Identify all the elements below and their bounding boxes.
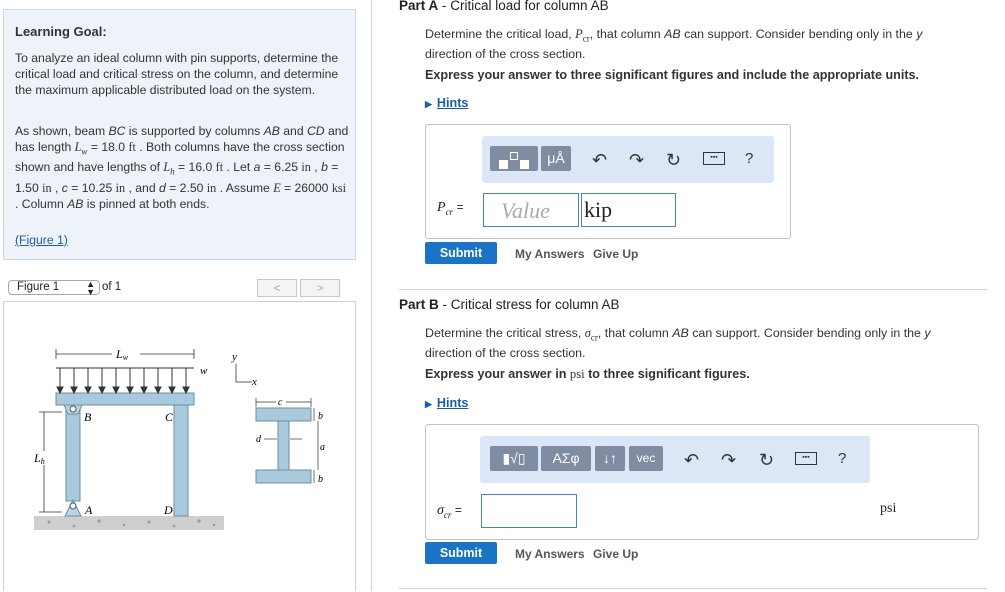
part-a-subtitle: - Critical load for column AB [438,0,609,13]
section-divider-bottom [399,588,987,589]
part-a-label: Part A [399,0,439,13]
part-a-hints[interactable]: ▶ Hints [425,96,468,110]
dim-d-label: d [256,434,262,445]
cross-section [255,407,312,484]
point-a-label: A [84,503,93,517]
figure-link-row: (Figure 1) [15,232,351,248]
point-d-label: D [163,503,173,517]
problem-statement: As shown, beam BC is supported by column… [15,124,349,211]
part-b-value-input[interactable] [481,494,577,528]
point-b-label: B [84,410,92,424]
dim-b-top-label: b [318,411,323,422]
part-a-question: Determine the critical load, Pcr, that c… [425,27,923,62]
expand-arrow-icon: ▶ [425,99,432,109]
panel-divider [371,0,372,591]
part-a-value-input[interactable]: Value [483,193,579,227]
axis-y-label: y [231,351,237,363]
part-b-hints-label: Hints [436,396,469,410]
part-a-var: P [437,200,446,215]
figure-select-value: Figure 1 [17,281,60,293]
units-value: kip [584,197,613,222]
vector-button[interactable]: vec [629,446,663,471]
value-placeholder: Value [501,198,550,223]
undo-icon[interactable]: ↶ [592,150,607,170]
part-a-title: Part A - Critical load for column AB [399,0,609,13]
part-a-toolbar: μÅ ↶ ↷ ↻ ▪▪▪ ? [482,136,774,183]
greek-button[interactable]: ΑΣφ [541,446,591,471]
reset-icon[interactable]: ↻ [759,450,774,470]
dim-a-label: a [320,442,325,453]
subscript-button[interactable]: ↓↑ [595,446,625,471]
point-c-label: C [165,410,174,424]
templates-icon [499,152,529,176]
figure-count: of 1 [102,281,122,293]
part-b-my-answers[interactable]: My Answers [515,547,585,561]
part-b-hints[interactable]: ▶ Hints [425,396,468,410]
ground [34,516,224,530]
part-a-equals: = [456,200,464,214]
part-b-submit-button[interactable]: Submit [425,542,497,564]
part-b-subtitle: - Critical stress for column AB [438,297,620,312]
templates-button[interactable] [490,146,538,171]
part-b-toolbar: ▮√▯ ΑΣφ ↓↑ vec ↶ ↷ ↻ ▪▪▪ ? [480,436,870,483]
sqrt-template-icon: ▮√▯ [502,450,526,466]
part-a-my-answers[interactable]: My Answers [515,247,585,261]
part-a-answer-box: μÅ ↶ ↷ ↻ ▪▪▪ ? Pcr = Value kip [425,124,791,239]
part-b-unit-label: psi [880,501,897,516]
part-b-instruction: Express your answer in psi to three sign… [425,367,750,382]
previous-figure-button[interactable]: < [257,279,297,297]
part-b-instruction-post: to three significant figures. [584,367,750,381]
redo-icon[interactable]: ↷ [629,150,644,170]
part-a-submit-button[interactable]: Submit [425,242,497,264]
keyboard-icon[interactable]: ▪▪▪ [703,152,725,165]
part-b-var-sub: cr [443,509,452,520]
help-button[interactable]: ? [838,449,846,469]
expand-arrow-icon: ▶ [425,399,432,409]
w-label: w [200,365,208,377]
part-b-var: σ [437,503,444,518]
part-a-variable-label: Pcr = [437,200,464,217]
figure-link[interactable]: (Figure 1) [15,233,68,247]
column-cd [173,404,189,517]
reset-icon[interactable]: ↻ [666,150,681,170]
figure-panel: Lw w B C A D Lh y x c d a b b [3,301,356,591]
keyboard-icon[interactable]: ▪▪▪ [795,452,817,465]
part-b-label: Part B [399,297,439,312]
help-button[interactable]: ? [745,149,753,169]
undo-icon[interactable]: ↶ [684,450,699,470]
part-b-instruction-unit: psi [569,367,585,381]
beam-bc [55,392,195,406]
part-a-units-input[interactable]: kip [581,193,676,227]
figure-navigation-bar: Figure 1 ▲ ▼ of 1 < > [3,279,356,301]
column-ab [65,404,81,502]
figure-select[interactable]: Figure 1 ▲ ▼ [8,279,100,297]
part-b-variable-label: σcr = [437,503,462,520]
dim-c-label: c [278,397,283,408]
select-arrows-icon: ▲ ▼ [86,279,95,297]
part-b-answer-box: ▮√▯ ΑΣφ ↓↑ vec ↶ ↷ ↻ ▪▪▪ ? σcr = psi [425,424,979,540]
learning-goal-title: Learning Goal: [15,24,107,39]
dim-b-bottom-label: b [318,474,323,485]
part-a-var-sub: cr [445,206,454,217]
learning-goal-text: To analyze an ideal column with pin supp… [15,51,339,97]
units-button[interactable]: μÅ [541,146,571,171]
part-a-instruction: Express your answer to three significant… [425,68,920,82]
part-a-hints-label: Hints [436,96,469,110]
templates-button[interactable]: ▮√▯ [490,446,538,471]
part-b-equals: = [454,503,462,517]
distributed-load-arrows [56,368,190,395]
section-divider [399,289,987,290]
axis-x-label: x [251,376,257,388]
learning-goal-panel: Learning Goal: To analyze an ideal colum… [3,9,356,260]
next-figure-button[interactable]: > [300,279,340,297]
part-b-instruction-pre: Express your answer in [425,367,570,381]
frame-figure: Lw w B C A D Lh y x c d a b b [33,347,325,530]
part-b-give-up[interactable]: Give Up [593,547,638,561]
part-b-question: Determine the critical stress, σcr, that… [425,326,931,361]
part-b-title: Part B - Critical stress for column AB [399,297,620,312]
part-a-give-up[interactable]: Give Up [593,247,638,261]
redo-icon[interactable]: ↷ [721,450,736,470]
